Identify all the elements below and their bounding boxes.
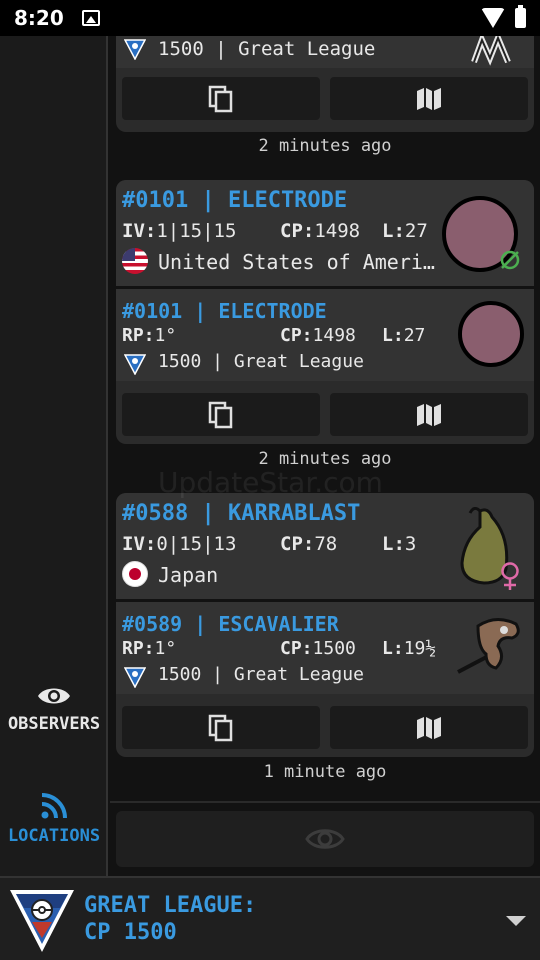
- cp-stat: CP:78: [280, 533, 338, 555]
- action-buttons: [116, 384, 534, 444]
- map-button[interactable]: [330, 77, 528, 120]
- spawn-row[interactable]: #0101 | ELECTRODE IV:1|15|15 CP:1498 L:2…: [116, 180, 534, 286]
- map-icon: [417, 716, 441, 739]
- female-icon: [501, 562, 519, 590]
- league-cp: CP 1500: [84, 920, 177, 945]
- rail-label-locations: LOCATIONS: [7, 826, 101, 846]
- copy-icon: [208, 85, 233, 112]
- copy-button[interactable]: [122, 393, 320, 436]
- league-label: 1500 | Great League: [158, 664, 364, 685]
- location-label: Japan: [158, 563, 219, 587]
- navigation-rail: OBSERVERS LOCATIONS: [0, 36, 108, 876]
- copy-icon: [208, 714, 233, 741]
- feed-card: #0588 | KARRABLAST IV:0|15|13 CP:78 L:3 …: [116, 493, 534, 757]
- league-label: 1500 | Great League: [158, 351, 364, 372]
- map-icon: [417, 87, 441, 110]
- level-stat: L:27: [382, 220, 428, 242]
- observer-bar: [110, 801, 540, 876]
- pvp-row[interactable]: #0101 | ELECTRODE RP:1° CP:1498 L:27 150…: [116, 286, 534, 381]
- map-button[interactable]: [330, 393, 528, 436]
- iv-stat: IV:1|15|15: [122, 220, 237, 242]
- status-bar: 8:20: [0, 0, 540, 36]
- league-label: 1500 | Great League: [158, 38, 376, 60]
- spawn-row[interactable]: #0588 | KARRABLAST IV:0|15|13 CP:78 L:3 …: [116, 493, 534, 599]
- feed-list[interactable]: 1500 | Great League 2 minutes ago #0101 …: [110, 36, 540, 801]
- battery-icon: [515, 5, 526, 28]
- chevron-down-icon[interactable]: [506, 916, 526, 926]
- time-ago: 1 minute ago: [263, 762, 387, 782]
- genderless-icon: [500, 250, 520, 270]
- eye-icon: [305, 829, 345, 849]
- pvp-row[interactable]: #0589 | ESCAVALIER RP:1° CP:1500 L:19½ 1…: [116, 599, 534, 694]
- pokemon-title: #0588 | KARRABLAST: [122, 501, 361, 526]
- image-notification-icon: [81, 10, 100, 26]
- pokemon-sprite: [471, 36, 511, 66]
- location-label: United States of Ameri…: [158, 250, 435, 274]
- rail-label-observers: OBSERVERS: [7, 714, 101, 734]
- pvp-cp-stat: CP:1498: [280, 325, 356, 346]
- pokemon-sprite: [457, 618, 520, 674]
- copy-icon: [208, 401, 233, 428]
- pvp-level-stat: L:19½: [382, 638, 437, 659]
- level-stat: L:3: [382, 533, 417, 555]
- league-name: GREAT LEAGUE:: [84, 893, 257, 918]
- rp-stat: RP:1°: [122, 325, 177, 346]
- great-league-icon: [124, 354, 146, 375]
- feed-card: 1500 | Great League: [116, 36, 534, 132]
- japan-flag-icon: [122, 561, 148, 587]
- map-button[interactable]: [330, 706, 528, 749]
- map-icon: [417, 403, 441, 426]
- cp-stat: CP:1498: [280, 220, 361, 242]
- pvp-pokemon-title: #0101 | ELECTRODE: [122, 299, 327, 323]
- pvp-cp-stat: CP:1500: [280, 638, 356, 659]
- great-league-icon: [124, 667, 146, 688]
- us-flag-icon: [122, 248, 148, 274]
- copy-button[interactable]: [122, 706, 320, 749]
- time-ago: 2 minutes ago: [258, 136, 392, 156]
- rail-item-locations[interactable]: LOCATIONS: [0, 792, 108, 846]
- rail-item-observers[interactable]: OBSERVERS: [0, 684, 108, 734]
- league-selector[interactable]: GREAT LEAGUE: CP 1500: [0, 876, 540, 960]
- pokemon-sprite: [458, 301, 524, 367]
- status-time: 8:20: [14, 6, 64, 30]
- action-buttons: [116, 697, 534, 757]
- league-selector-label: GREAT LEAGUE: CP 1500: [84, 892, 256, 946]
- watermark: UpdateStar.com: [158, 466, 383, 499]
- action-buttons: [116, 68, 534, 128]
- pvp-row[interactable]: 1500 | Great League: [116, 36, 534, 68]
- great-league-icon: [10, 890, 74, 952]
- iv-stat: IV:0|15|13: [122, 533, 237, 555]
- copy-button[interactable]: [122, 77, 320, 120]
- pokemon-title: #0101 | ELECTRODE: [122, 188, 348, 213]
- pvp-level-stat: L:27: [382, 325, 426, 346]
- great-league-icon: [124, 39, 146, 60]
- rss-feed-icon: [41, 793, 67, 819]
- observer-toggle[interactable]: [116, 811, 534, 867]
- eye-icon: [38, 688, 70, 704]
- feed-card: #0101 | ELECTRODE IV:1|15|15 CP:1498 L:2…: [116, 180, 534, 444]
- pvp-pokemon-title: #0589 | ESCAVALIER: [122, 612, 339, 636]
- rp-stat: RP:1°: [122, 638, 177, 659]
- wifi-icon: [481, 8, 505, 28]
